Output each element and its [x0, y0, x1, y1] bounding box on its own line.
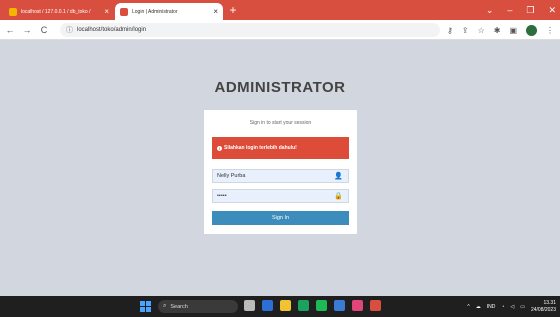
clock[interactable]: 13.31 24/08/2023	[531, 300, 556, 314]
browser-toolbar: ← → C ⓘ localhost/toko/admin/login ⚷ ⇪ ☆…	[0, 20, 560, 40]
close-window-icon[interactable]: ✕	[548, 5, 556, 16]
password-value: •••••	[217, 193, 227, 199]
wifi-icon[interactable]: ◔	[501, 304, 504, 310]
taskbar-search[interactable]: ⌕ Search	[158, 300, 238, 313]
windows-start-icon[interactable]	[140, 301, 151, 312]
reload-icon[interactable]: C	[37, 23, 51, 37]
tray-chevron-icon[interactable]: ^	[467, 304, 469, 310]
username-field[interactable]: Nelly Purba 👤	[212, 169, 349, 183]
login-box: Sign in to start your session ! Silahkan…	[204, 110, 357, 234]
chrome-icon[interactable]	[370, 300, 381, 311]
spotify-icon[interactable]	[316, 300, 327, 311]
alert-text: Silahkan login terlebih dahulu!	[224, 145, 297, 151]
vscode-icon[interactable]	[334, 300, 345, 311]
extensions-icon[interactable]: ✱	[494, 26, 501, 35]
back-icon[interactable]: ←	[3, 23, 17, 37]
username-value: Nelly Purba	[217, 173, 246, 179]
menu-kebab-icon[interactable]: ⋮	[546, 26, 554, 35]
sign-in-button[interactable]: Sign In	[212, 211, 349, 225]
tab-login-administrator[interactable]: Login | Administrator ×	[115, 3, 223, 20]
battery-icon[interactable]: ▭	[520, 304, 525, 310]
error-alert: ! Silahkan login terlebih dahulu!	[212, 137, 349, 159]
search-placeholder: Search	[170, 303, 188, 310]
language-indicator[interactable]: IND	[487, 304, 496, 310]
task-view-icon[interactable]	[244, 300, 255, 311]
cloud-icon[interactable]: ☁	[476, 304, 481, 310]
bookmark-star-icon[interactable]: ☆	[478, 26, 485, 35]
login-box-message: Sign in to start your session	[249, 120, 312, 126]
toolbar-icons: ⚷ ⇪ ☆ ✱ ▣ ⋮	[447, 23, 554, 37]
profile-avatar[interactable]	[526, 24, 537, 36]
minimize-icon[interactable]: –	[507, 5, 512, 15]
page-content: ADMINISTRATOR Sign in to start your sess…	[0, 41, 560, 296]
window-controls: ⌄ – ❐ ✕	[486, 0, 556, 20]
address-bar[interactable]: ⓘ localhost/toko/admin/login	[60, 23, 440, 37]
taskbar-apps	[244, 300, 381, 311]
search-icon: ⌕	[163, 303, 167, 309]
key-icon[interactable]: ⚷	[447, 26, 453, 35]
alert-icon: !	[217, 145, 222, 151]
app-icon[interactable]	[352, 300, 363, 311]
forward-icon[interactable]: →	[20, 23, 34, 37]
clock-date: 24/08/2023	[530, 306, 556, 313]
user-icon: 👤	[334, 173, 343, 180]
sidepanel-icon[interactable]: ▣	[509, 26, 517, 35]
meet-icon[interactable]	[262, 300, 273, 311]
tab-search-icon[interactable]: ⌄	[486, 5, 494, 16]
password-field[interactable]: ••••• 🔒	[212, 189, 349, 203]
system-tray: ^ ☁ IND ◔ ◁ ▭ 13.31 24/08/2023	[467, 298, 556, 315]
page-favicon-icon	[120, 7, 128, 16]
url-text: localhost/toko/admin/login	[77, 27, 147, 33]
browser-tab-strip: localhost / 127.0.0.1 / db_toko / × Logi…	[0, 0, 560, 20]
tab-label: Login | Administrator	[132, 8, 178, 15]
file-explorer-icon[interactable]	[280, 300, 291, 311]
taskbar: ⌕ Search ^ ☁ IND ◔ ◁ ▭ 13.31 24/08/2023	[0, 296, 560, 317]
lock-icon: 🔒	[334, 193, 343, 200]
phpmyadmin-favicon-icon	[9, 7, 17, 16]
restore-icon[interactable]: ❐	[526, 5, 534, 16]
site-info-icon[interactable]: ⓘ	[66, 25, 73, 35]
close-tab-icon[interactable]: ×	[104, 7, 109, 16]
clock-time: 13.31	[543, 299, 556, 306]
new-tab-button[interactable]: +	[226, 3, 240, 17]
tab-label: localhost / 127.0.0.1 / db_toko /	[21, 8, 91, 15]
tab-phpmyadmin[interactable]: localhost / 127.0.0.1 / db_toko / ×	[4, 3, 114, 20]
page-title: ADMINISTRATOR	[214, 79, 346, 96]
volume-icon[interactable]: ◁	[510, 304, 514, 310]
edge-icon[interactable]	[298, 300, 309, 311]
share-icon[interactable]: ⇪	[462, 26, 469, 35]
close-tab-icon[interactable]: ×	[213, 7, 218, 16]
